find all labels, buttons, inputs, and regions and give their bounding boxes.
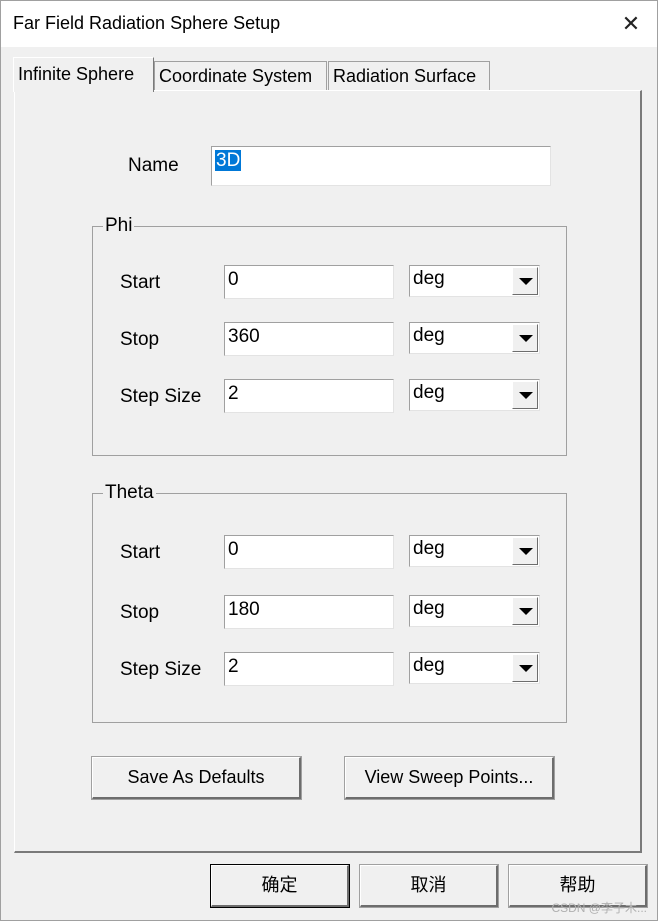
theta-start-value: 0 xyxy=(228,539,239,560)
theta-step-value: 2 xyxy=(228,656,239,677)
phi-stop-input[interactable]: 360 xyxy=(224,322,394,356)
theta-step-unit-select[interactable]: deg xyxy=(409,652,540,684)
theta-start-unit: deg xyxy=(413,538,445,559)
chevron-down-icon[interactable] xyxy=(512,537,538,565)
theta-step-label: Step Size xyxy=(120,659,202,680)
phi-start-value: 0 xyxy=(228,269,239,290)
window-title: Far Field Radiation Sphere Setup xyxy=(13,13,281,33)
phi-stop-unit-select[interactable]: deg xyxy=(409,322,540,354)
theta-start-unit-select[interactable]: deg xyxy=(409,535,540,567)
theta-step-unit: deg xyxy=(413,655,445,676)
theta-stop-value: 180 xyxy=(228,599,260,620)
title-bar: Far Field Radiation Sphere Setup ✕ xyxy=(1,1,657,47)
phi-stop-unit: deg xyxy=(413,325,445,346)
theta-stop-unit-select[interactable]: deg xyxy=(409,595,540,627)
theta-stop-input[interactable]: 180 xyxy=(224,595,394,629)
phi-start-unit: deg xyxy=(413,268,445,289)
chevron-down-icon[interactable] xyxy=(512,597,538,625)
phi-start-unit-select[interactable]: deg xyxy=(409,265,540,297)
theta-stop-label: Stop xyxy=(120,602,160,623)
chevron-down-icon[interactable] xyxy=(512,267,538,295)
phi-group-title: Phi xyxy=(103,215,135,237)
close-icon: ✕ xyxy=(621,11,641,36)
close-button[interactable]: ✕ xyxy=(617,10,645,38)
tab-label: Coordinate System xyxy=(159,66,313,86)
watermark-text: CSDN @李子木... xyxy=(551,901,647,915)
name-input[interactable]: 3D xyxy=(211,146,551,186)
tab-label: Infinite Sphere xyxy=(18,64,135,84)
phi-stop-label: Stop xyxy=(120,329,160,350)
phi-step-unit-select[interactable]: deg xyxy=(409,379,540,411)
chevron-down-icon[interactable] xyxy=(512,324,538,352)
theta-stop-unit: deg xyxy=(413,598,445,619)
ok-button[interactable]: 确定 xyxy=(211,865,349,907)
name-input-value: 3D xyxy=(215,150,242,171)
save-as-defaults-button[interactable]: Save As Defaults xyxy=(92,757,301,799)
dialog-window: Far Field Radiation Sphere Setup ✕ Infin… xyxy=(0,0,658,921)
phi-step-unit: deg xyxy=(413,382,445,403)
name-label: Name xyxy=(128,155,179,176)
tab-infinite-sphere[interactable]: Infinite Sphere xyxy=(13,57,154,92)
chevron-down-icon[interactable] xyxy=(512,654,538,682)
theta-start-input[interactable]: 0 xyxy=(224,535,394,569)
phi-step-input[interactable]: 2 xyxy=(224,379,394,413)
phi-step-label: Step Size xyxy=(120,386,202,407)
phi-stop-value: 360 xyxy=(228,326,260,347)
tab-panel-infinite-sphere xyxy=(14,90,642,853)
chevron-down-icon[interactable] xyxy=(512,381,538,409)
phi-start-input[interactable]: 0 xyxy=(224,265,394,299)
tab-label: Radiation Surface xyxy=(333,66,477,86)
tab-coordinate-system[interactable]: Coordinate System xyxy=(154,61,327,90)
theta-group-title: Theta xyxy=(103,482,156,504)
cancel-button[interactable]: 取消 xyxy=(360,865,498,907)
phi-step-value: 2 xyxy=(228,383,239,404)
tab-radiation-surface[interactable]: Radiation Surface xyxy=(328,61,490,90)
theta-step-input[interactable]: 2 xyxy=(224,652,394,686)
phi-start-label: Start xyxy=(120,272,161,293)
view-sweep-points-button[interactable]: View Sweep Points... xyxy=(345,757,554,799)
theta-start-label: Start xyxy=(120,542,161,563)
